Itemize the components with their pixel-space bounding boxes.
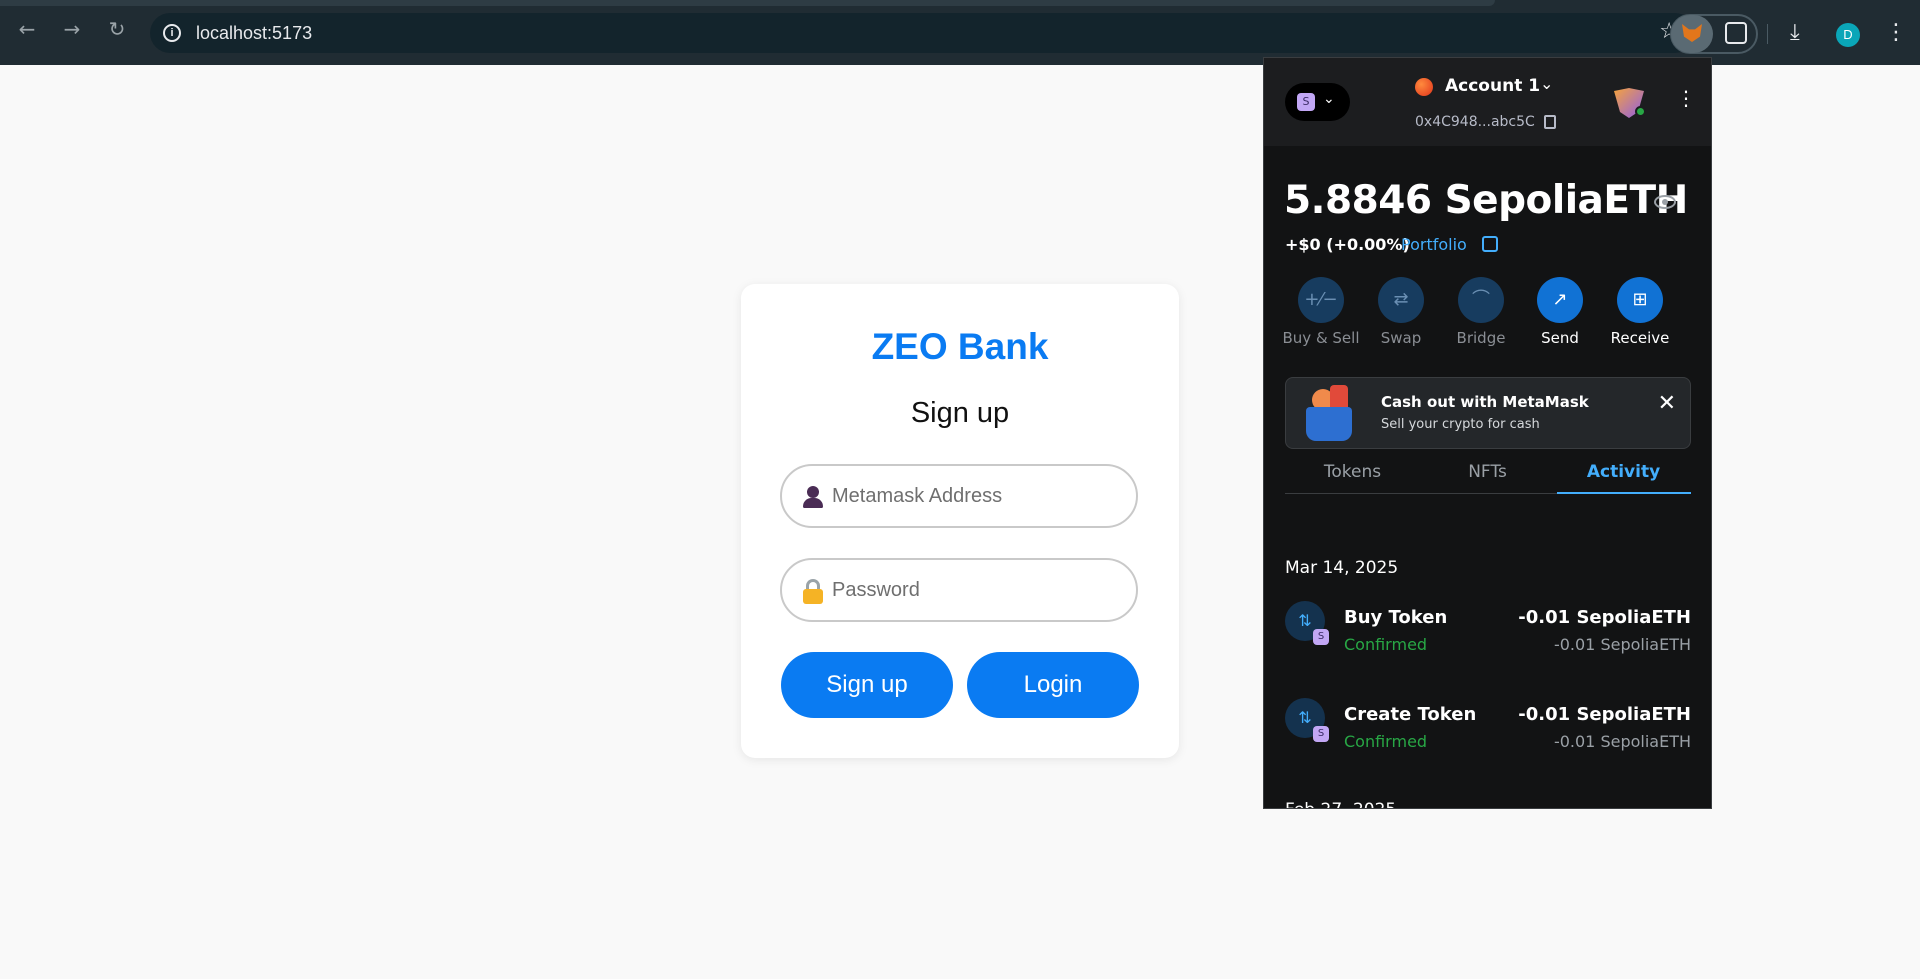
- external-link-icon[interactable]: [1482, 236, 1498, 252]
- metamask-address-input[interactable]: [832, 480, 1122, 512]
- metamask-address-field[interactable]: [780, 464, 1138, 528]
- lock-icon: [800, 578, 826, 604]
- forward-icon[interactable]: →: [61, 18, 83, 40]
- copy-icon[interactable]: [1544, 115, 1556, 129]
- account-balance: 5.8846 SepoliaETH: [1284, 178, 1688, 223]
- site-info-icon[interactable]: i: [163, 24, 181, 42]
- activity-title: Buy Token: [1344, 607, 1448, 628]
- action-label: Swap: [1380, 329, 1422, 347]
- tab-activity[interactable]: Activity: [1556, 462, 1691, 482]
- browser-menu-icon[interactable]: ⋮: [1885, 20, 1907, 45]
- activity-amount: -0.01 SepoliaETH: [1518, 704, 1691, 725]
- password-field[interactable]: [780, 558, 1138, 622]
- action-label: Bridge: [1456, 329, 1506, 347]
- metamask-popup: S ⌄ Account 1 ⌄ 0x4C948...abc5C ⋮ 5.8846…: [1263, 57, 1712, 809]
- bridge-action[interactable]: ⌒ Bridge: [1441, 277, 1521, 347]
- signup-card: ZEO Bank Sign up Sign up Login: [741, 284, 1179, 758]
- hide-balance-eye-icon[interactable]: [1654, 195, 1676, 209]
- buy-sell-action[interactable]: +⁄− Buy & Sell: [1281, 277, 1361, 347]
- profile-avatar[interactable]: D: [1836, 23, 1860, 47]
- metamask-extension-button[interactable]: [1671, 15, 1713, 53]
- sepolia-network-icon: S: [1313, 726, 1329, 742]
- activity-title: Create Token: [1344, 704, 1477, 725]
- swap-action[interactable]: ⇄ Swap: [1361, 277, 1441, 347]
- activity-date-header: Feb 27, 2025: [1285, 800, 1396, 808]
- brand-title: ZEO Bank: [871, 326, 1049, 367]
- account-avatar[interactable]: [1415, 78, 1433, 96]
- bridge-icon: ⌒: [1458, 277, 1504, 323]
- toolbar-divider: [1767, 24, 1768, 44]
- password-input[interactable]: [832, 574, 1122, 606]
- cash-out-banner[interactable]: Cash out with MetaMask Sell your crypto …: [1285, 377, 1691, 449]
- banner-subtitle: Sell your crypto for cash: [1381, 417, 1540, 432]
- login-button[interactable]: Login: [967, 652, 1139, 718]
- sepolia-network-icon: S: [1313, 629, 1329, 645]
- banner-title: Cash out with MetaMask: [1381, 393, 1589, 411]
- action-label: Send: [1541, 329, 1579, 347]
- chevron-down-icon: ⌄: [1323, 91, 1335, 107]
- tab-strip: [0, 0, 1495, 6]
- account-name[interactable]: Account 1: [1445, 76, 1540, 96]
- swap-icon: ⇄: [1378, 277, 1424, 323]
- activity-amount-secondary: -0.01 SepoliaETH: [1553, 635, 1691, 654]
- plus-minus-icon: +⁄−: [1298, 277, 1344, 323]
- shopping-basket-icon: [1298, 383, 1358, 445]
- activity-status: Confirmed: [1344, 732, 1428, 751]
- activity-date-header: Mar 14, 2025: [1285, 558, 1399, 578]
- send-icon: ↗: [1537, 277, 1583, 323]
- portfolio-link[interactable]: Portfolio: [1401, 235, 1467, 254]
- back-icon[interactable]: ←: [16, 18, 38, 40]
- sepolia-network-icon: S: [1297, 93, 1315, 111]
- user-icon: [800, 484, 826, 510]
- activity-status: Confirmed: [1344, 635, 1428, 654]
- activity-item[interactable]: ⇅ S Create Token Confirmed -0.01 Sepolia…: [1285, 698, 1691, 758]
- kebab-menu-icon[interactable]: ⋮: [1676, 86, 1696, 110]
- activity-amount: -0.01 SepoliaETH: [1518, 607, 1691, 628]
- balance-change: +$0 (+0.00%): [1285, 235, 1410, 254]
- tab-nfts[interactable]: NFTs: [1420, 462, 1555, 482]
- action-label: Buy & Sell: [1282, 329, 1360, 347]
- form-heading: Sign up: [910, 397, 1010, 429]
- activity-amount-secondary: -0.01 SepoliaETH: [1553, 732, 1691, 751]
- activity-item[interactable]: ⇅ S Buy Token Confirmed -0.01 SepoliaETH…: [1285, 601, 1691, 661]
- download-icon[interactable]: ⤓: [1790, 20, 1800, 45]
- receive-action[interactable]: ⊞ Receive: [1600, 277, 1680, 347]
- metamask-fox-icon: [1682, 24, 1702, 42]
- asset-tabs: Tokens NFTs Activity: [1285, 462, 1691, 494]
- close-icon[interactable]: ✕: [1658, 391, 1676, 416]
- signup-button[interactable]: Sign up: [781, 652, 953, 718]
- receive-icon: ⊞: [1617, 277, 1663, 323]
- metamask-header: S ⌄ Account 1 ⌄ 0x4C948...abc5C ⋮: [1264, 58, 1711, 146]
- network-picker[interactable]: S ⌄: [1285, 83, 1350, 121]
- send-action[interactable]: ↗ Send: [1520, 277, 1600, 347]
- browser-toolbar: ← → ↻ i localhost:5173 ☆ ⤓ D ⋮: [0, 0, 1920, 65]
- tab-tokens[interactable]: Tokens: [1285, 462, 1420, 482]
- account-chevron-icon[interactable]: ⌄: [1540, 74, 1553, 93]
- connection-status-dot: [1635, 106, 1646, 117]
- reload-icon[interactable]: ↻: [106, 18, 128, 40]
- url-text[interactable]: localhost:5173: [196, 23, 312, 44]
- action-label: Receive: [1610, 329, 1670, 347]
- account-address[interactable]: 0x4C948...abc5C: [1415, 114, 1535, 130]
- address-bar[interactable]: i localhost:5173 ☆: [150, 13, 1695, 53]
- extensions-puzzle-icon[interactable]: [1725, 22, 1747, 44]
- active-tab-indicator: [1557, 492, 1691, 494]
